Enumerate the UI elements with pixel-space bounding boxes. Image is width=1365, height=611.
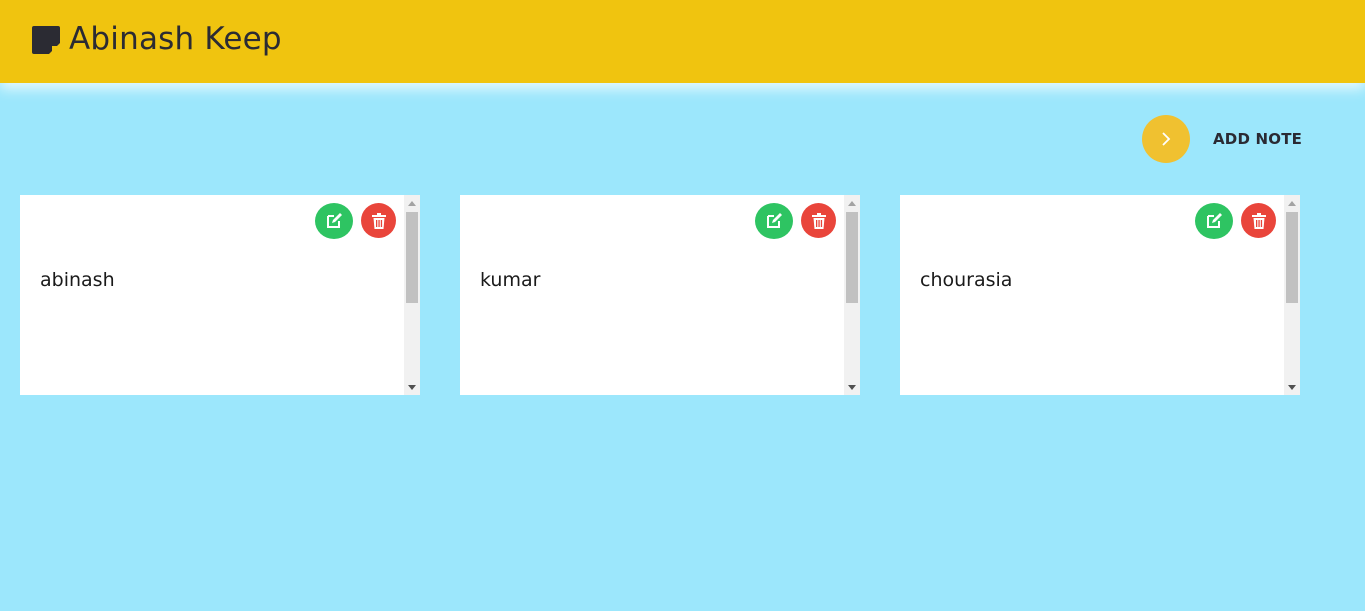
trash-icon xyxy=(811,212,826,229)
delete-note-button[interactable] xyxy=(1241,203,1276,238)
scroll-up-arrow-icon[interactable] xyxy=(844,195,860,211)
edit-icon xyxy=(327,213,342,228)
note-scrollbar[interactable] xyxy=(1284,195,1300,395)
edit-note-button[interactable] xyxy=(755,203,793,239)
note-scrollbar[interactable] xyxy=(844,195,860,395)
note-card: chourasia xyxy=(900,195,1300,395)
edit-note-button[interactable] xyxy=(1195,203,1233,239)
note-text: kumar xyxy=(480,269,541,291)
scroll-up-arrow-icon[interactable] xyxy=(404,195,420,211)
trash-icon xyxy=(371,212,386,229)
app-title: Abinash Keep xyxy=(69,21,282,57)
scroll-down-arrow-icon[interactable] xyxy=(1284,379,1300,395)
note-text: chourasia xyxy=(920,269,1013,291)
scroll-thumb[interactable] xyxy=(846,212,858,303)
note-card: kumar xyxy=(460,195,860,395)
scroll-down-arrow-icon[interactable] xyxy=(404,379,420,395)
sticky-note-icon xyxy=(32,26,60,54)
note-scrollbar[interactable] xyxy=(404,195,420,395)
edit-note-button[interactable] xyxy=(315,203,353,239)
edit-icon xyxy=(1207,213,1222,228)
app-header: Abinash Keep xyxy=(0,0,1365,83)
delete-note-button[interactable] xyxy=(361,203,396,238)
add-note-button[interactable] xyxy=(1142,115,1190,163)
chevron-right-icon xyxy=(1162,132,1171,146)
scroll-up-arrow-icon[interactable] xyxy=(1284,195,1300,211)
delete-note-button[interactable] xyxy=(801,203,836,238)
edit-icon xyxy=(767,213,782,228)
scroll-thumb[interactable] xyxy=(406,212,418,303)
trash-icon xyxy=(1251,212,1266,229)
add-note-label[interactable]: ADD NOTE xyxy=(1213,130,1302,148)
note-text: abinash xyxy=(40,269,115,291)
scroll-down-arrow-icon[interactable] xyxy=(844,379,860,395)
scroll-thumb[interactable] xyxy=(1286,212,1298,303)
note-card: abinash xyxy=(20,195,420,395)
